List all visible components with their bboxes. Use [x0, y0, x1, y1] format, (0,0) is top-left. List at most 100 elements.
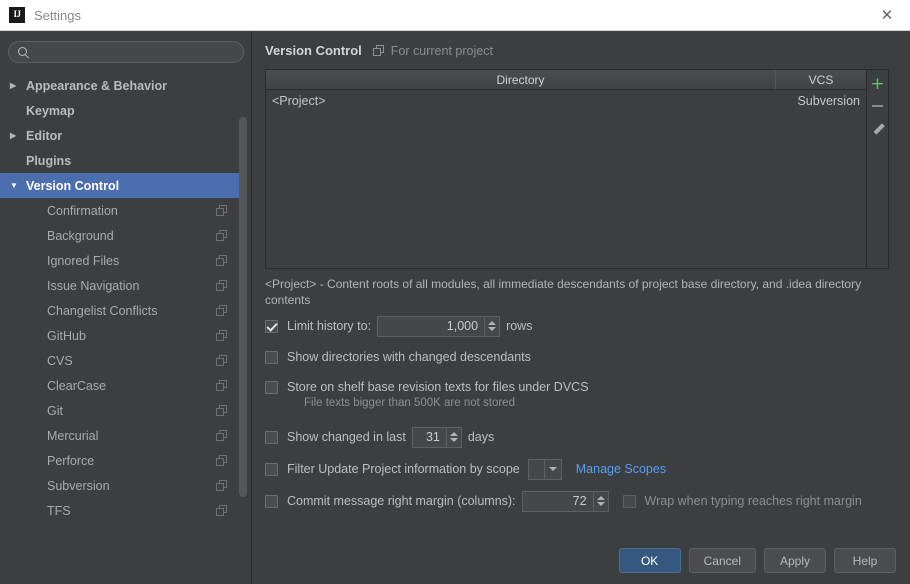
- wrap-typing-label: Wrap when typing reaches right margin: [644, 494, 862, 508]
- tree-indent-spacer: ▶: [10, 157, 22, 165]
- option-store-on-shelf[interactable]: Store on shelf base revision texts for f…: [265, 377, 589, 397]
- commit-margin-value[interactable]: 72: [523, 492, 593, 511]
- sidebar-item-label: Git: [47, 403, 63, 418]
- project-scope-icon: [216, 304, 228, 317]
- column-header-vcs[interactable]: VCS: [776, 70, 866, 89]
- remove-icon: [872, 105, 883, 107]
- edit-icon: [872, 122, 884, 134]
- project-scope-icon: [216, 229, 228, 242]
- commit-margin-checkbox[interactable]: [265, 494, 278, 508]
- sidebar-item-subversion[interactable]: Subversion: [0, 473, 240, 498]
- settings-sidebar: ▶ Appearance & Behavior ▶ Keymap ▶ Editor ▶ Plu…: [0, 31, 252, 584]
- project-scope-icon: [216, 454, 228, 467]
- sidebar-item-issue-navigation[interactable]: Issue Navigation: [0, 273, 240, 298]
- show-directories-label: Show directories with changed descendant…: [287, 350, 531, 364]
- remove-mapping-button[interactable]: [868, 95, 888, 117]
- apply-button[interactable]: Apply: [764, 548, 826, 573]
- sidebar-item-clearcase[interactable]: ClearCase: [0, 373, 240, 398]
- limit-history-stepper[interactable]: 1,000: [377, 315, 501, 337]
- help-button[interactable]: Help: [834, 548, 896, 573]
- store-on-shelf-note: File texts bigger than 500K are not stor…: [304, 397, 515, 409]
- project-scope-icon: [216, 379, 228, 392]
- chevron-right-icon[interactable]: ▶: [10, 131, 22, 140]
- table-row[interactable]: <Project> Subversion: [266, 90, 866, 112]
- sidebar-item-changelist-conflicts[interactable]: Changelist Conflicts: [0, 298, 240, 323]
- stepper-arrows-icon[interactable]: [445, 427, 461, 447]
- filter-scope-checkbox[interactable]: [265, 462, 278, 476]
- limit-history-suffix: rows: [506, 319, 533, 333]
- add-mapping-button[interactable]: +: [868, 73, 888, 95]
- sidebar-scrollbar-track[interactable]: [239, 73, 249, 573]
- sidebar-item-label: Keymap: [26, 103, 75, 118]
- chevron-down-icon[interactable]: [543, 459, 561, 479]
- sidebar-item-label: Mercurial: [47, 428, 99, 443]
- main-panel: Version Control For current project Dire…: [253, 31, 910, 584]
- project-scope-icon: [216, 254, 228, 267]
- option-show-directories[interactable]: Show directories with changed descendant…: [265, 347, 531, 367]
- filter-scope-label: Filter Update Project information by sco…: [287, 462, 520, 476]
- sidebar-item-version-control[interactable]: ▼ Version Control: [0, 173, 248, 198]
- cell-directory: <Project>: [272, 94, 326, 108]
- show-changed-stepper[interactable]: 31: [411, 426, 462, 448]
- column-header-directory[interactable]: Directory: [266, 70, 776, 89]
- dialog-button-bar: OK Cancel Apply Help: [618, 548, 896, 573]
- close-icon[interactable]: ✕: [864, 0, 910, 30]
- sidebar-item-label: Plugins: [26, 153, 72, 168]
- show-changed-label: Show changed in last: [287, 430, 406, 444]
- commit-margin-stepper[interactable]: 72: [521, 490, 609, 512]
- sidebar-item-background[interactable]: Background: [0, 223, 240, 248]
- chevron-down-icon[interactable]: ▼: [10, 181, 22, 190]
- option-show-changed-in-last[interactable]: Show changed in last 31 days: [265, 426, 494, 448]
- sidebar-item-keymap[interactable]: ▶ Keymap: [0, 98, 240, 123]
- project-scope-icon: [216, 204, 228, 217]
- wrap-typing-checkbox[interactable]: [622, 494, 636, 508]
- stepper-arrows-icon[interactable]: [592, 491, 608, 511]
- show-directories-checkbox[interactable]: [265, 350, 278, 364]
- ok-button[interactable]: OK: [618, 548, 681, 573]
- sidebar-item-github[interactable]: GitHub: [0, 323, 240, 348]
- sidebar-item-editor[interactable]: ▶ Editor: [0, 123, 240, 148]
- panel-header: Version Control For current project: [265, 43, 493, 58]
- table-header-row: Directory VCS: [266, 70, 866, 90]
- vcs-mappings-table[interactable]: Directory VCS <Project> Subversion: [265, 69, 867, 269]
- page-title: Version Control: [265, 43, 362, 58]
- edit-mapping-button[interactable]: [868, 117, 888, 139]
- store-on-shelf-checkbox[interactable]: [265, 380, 278, 394]
- sidebar-item-cvs[interactable]: CVS: [0, 348, 240, 373]
- search-input[interactable]: [29, 45, 243, 59]
- table-toolbar: +: [867, 69, 889, 269]
- sidebar-item-perforce[interactable]: Perforce: [0, 448, 240, 473]
- sidebar-item-label: TFS: [47, 503, 71, 518]
- project-scope-icon: [216, 429, 228, 442]
- project-scope-icon: [216, 479, 228, 492]
- show-changed-value[interactable]: 31: [413, 428, 446, 447]
- sidebar-item-label: Appearance & Behavior: [26, 78, 168, 93]
- sidebar-item-tfs[interactable]: TFS: [0, 498, 240, 523]
- sidebar-item-appearance-behavior[interactable]: ▶ Appearance & Behavior: [0, 73, 240, 98]
- option-commit-margin[interactable]: Commit message right margin (columns): 7…: [265, 490, 862, 512]
- scope-select-value: [529, 460, 544, 479]
- window-titlebar: IJ Settings ✕: [0, 0, 910, 31]
- stepper-arrows-icon[interactable]: [484, 316, 500, 336]
- limit-history-value[interactable]: 1,000: [378, 317, 484, 336]
- option-limit-history[interactable]: Limit history to: 1,000 rows: [265, 315, 533, 337]
- sidebar-item-ignored-files[interactable]: Ignored Files: [0, 248, 240, 273]
- sidebar-item-plugins[interactable]: ▶ Plugins: [0, 148, 240, 173]
- cancel-button[interactable]: Cancel: [688, 548, 756, 573]
- sidebar-item-label: GitHub: [47, 328, 86, 343]
- settings-dialog: IJ Settings ✕ ▶ Appearance & Behavior ▶ Key…: [0, 0, 910, 584]
- scope-select[interactable]: [527, 458, 562, 480]
- sidebar-item-label: Background: [47, 228, 114, 243]
- manage-scopes-link[interactable]: Manage Scopes: [576, 462, 666, 476]
- sidebar-item-git[interactable]: Git: [0, 398, 240, 423]
- limit-history-checkbox[interactable]: [265, 319, 278, 333]
- sidebar-item-mercurial[interactable]: Mercurial: [0, 423, 240, 448]
- sidebar-scrollbar-thumb[interactable]: [239, 117, 247, 497]
- chevron-right-icon[interactable]: ▶: [10, 81, 22, 90]
- settings-tree: ▶ Appearance & Behavior ▶ Keymap ▶ Editor ▶ Plu…: [0, 73, 248, 523]
- sidebar-item-confirmation[interactable]: Confirmation: [0, 198, 240, 223]
- option-filter-by-scope[interactable]: Filter Update Project information by sco…: [265, 458, 666, 480]
- search-box[interactable]: [8, 41, 244, 63]
- show-changed-checkbox[interactable]: [265, 430, 278, 444]
- project-scope-icon: [216, 404, 228, 417]
